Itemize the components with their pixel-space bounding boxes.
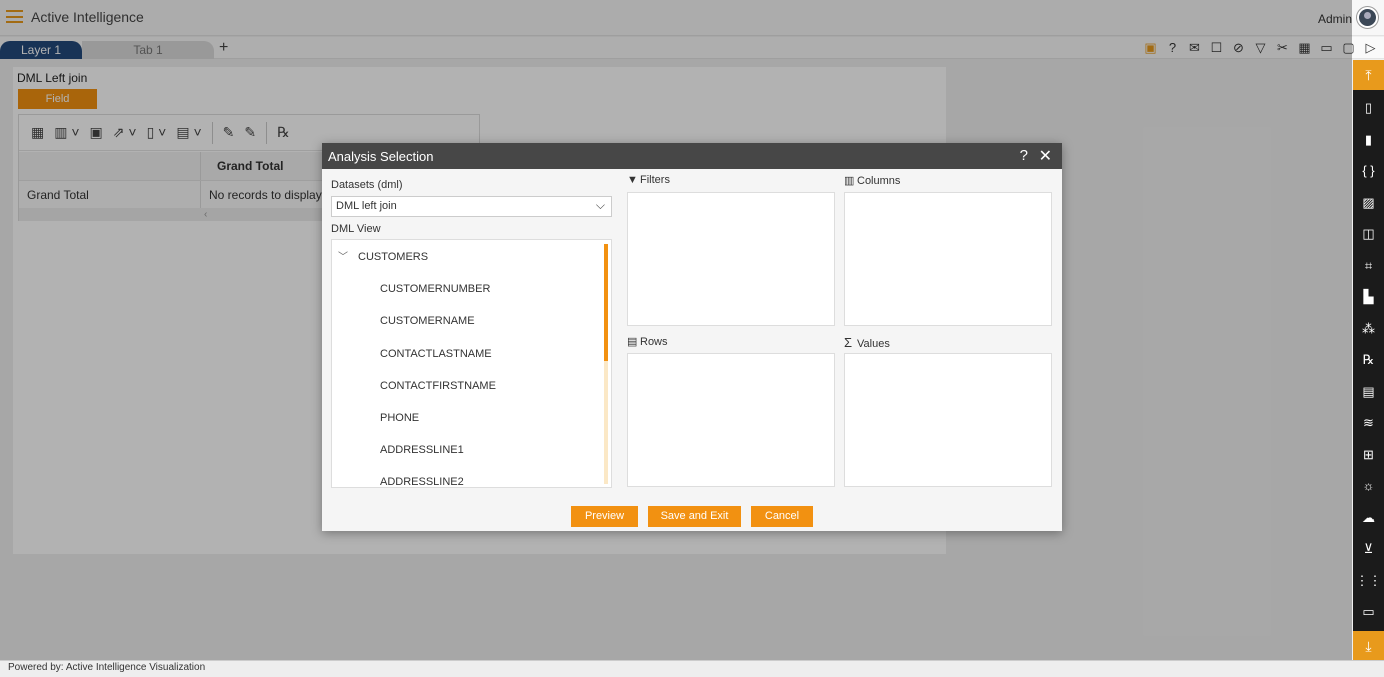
dataset-select[interactable]: DML left join ⌵	[331, 196, 612, 217]
chevron-down-icon: ⌵	[595, 198, 605, 212]
columns-label: Columns	[857, 175, 901, 187]
sigma-icon: Σ	[844, 335, 853, 350]
tree-field-item[interactable]: ADDRESSLINE1	[380, 440, 464, 460]
widget-icon[interactable]: ◫	[1353, 218, 1384, 250]
cloud-upload-icon[interactable]: ☁	[1353, 502, 1384, 534]
cubes-icon[interactable]: ⁂	[1353, 313, 1384, 345]
filters-label: Filters	[640, 174, 670, 186]
tree-field-item[interactable]: ADDRESSLINE2	[380, 472, 464, 487]
footer: Powered by: Active Intelligence Visualiz…	[0, 660, 1384, 677]
help-icon[interactable]: ?	[1020, 147, 1028, 164]
cancel-button[interactable]: Cancel	[751, 506, 813, 527]
layers-icon[interactable]: ≋	[1353, 407, 1384, 439]
new-report-icon[interactable]: ▯	[1353, 92, 1384, 124]
columns-drop-zone[interactable]	[844, 192, 1052, 326]
dialog-title: Analysis Selection	[328, 149, 434, 164]
apps-add-icon[interactable]: ⊞	[1353, 439, 1384, 471]
dialog-header: Analysis Selection ? ✕	[322, 143, 1062, 169]
code-braces-icon[interactable]: { }	[1353, 155, 1384, 187]
dml-view-tree: ﹀ CUSTOMERS CUSTOMERNUMBER CUSTOMERNAME C…	[331, 239, 612, 488]
tree-field-item[interactable]: PHONE	[380, 408, 419, 428]
chevron-down-icon[interactable]: ﹀	[338, 248, 352, 268]
rows-label: Rows	[640, 336, 668, 348]
dml-view-label: DML View	[331, 223, 381, 235]
values-zone-label: Σ Values	[844, 335, 890, 350]
footer-text: Powered by: Active Intelligence Visualiz…	[8, 662, 206, 673]
tree-scrollbar-thumb[interactable]	[604, 244, 608, 361]
tree-field-item[interactable]: CONTACTLASTNAME	[380, 344, 492, 364]
analysis-selection-dialog: Analysis Selection ? ✕ Datasets (dml) DM…	[322, 143, 1062, 531]
save-and-exit-button[interactable]: Save and Exit	[648, 506, 741, 527]
tree-node-customers[interactable]: ﹀ CUSTOMERS	[338, 247, 428, 267]
tree-field-item[interactable]: CONTACTFIRSTNAME	[380, 376, 496, 396]
values-drop-zone[interactable]	[844, 353, 1052, 487]
cart-icon[interactable]: ⊻	[1353, 533, 1384, 565]
copy-icon[interactable]: ▙	[1353, 281, 1384, 313]
dataset-select-value: DML left join	[336, 200, 397, 212]
values-label: Values	[857, 338, 890, 350]
clipboard-icon[interactable]: ▤	[1353, 376, 1384, 408]
image-icon[interactable]: ▨	[1353, 187, 1384, 219]
keyboard-icon[interactable]: ▭	[1353, 596, 1384, 628]
scroll-top-icon[interactable]: ⤒	[1353, 60, 1384, 90]
close-icon[interactable]: ✕	[1039, 146, 1052, 166]
rx-icon[interactable]: ℞	[1353, 344, 1384, 376]
user-avatar[interactable]	[1357, 7, 1378, 28]
columns-icon: ▥	[844, 175, 855, 187]
tree-field-item[interactable]: CUSTOMERNUMBER	[380, 279, 490, 299]
tree-field-item[interactable]: CUSTOMERNAME	[380, 311, 475, 331]
grid-dots-icon[interactable]: ⋮⋮	[1353, 565, 1384, 597]
rows-zone-label: ▤ Rows	[627, 335, 668, 348]
play-icon[interactable]: ▷	[1361, 39, 1380, 57]
preview-button[interactable]: Preview	[571, 506, 638, 527]
chart-icon[interactable]: ⌗	[1353, 250, 1384, 282]
tree-node-label: CUSTOMERS	[358, 251, 429, 263]
rows-drop-zone[interactable]	[627, 353, 835, 487]
document-icon[interactable]: ▮	[1353, 124, 1384, 156]
alarm-icon[interactable]: ☼	[1353, 470, 1384, 502]
columns-zone-label: ▥ Columns	[844, 174, 900, 187]
filters-drop-zone[interactable]	[627, 192, 835, 326]
datasets-label: Datasets (dml)	[331, 179, 403, 191]
filter-icon: ▼	[627, 174, 638, 186]
right-sidebar: ⤒ ▯ ▮ { } ▨ ◫ ⌗ ▙ ⁂ ℞ ▤ ≋ ⊞ ☼ ☁ ⊻ ⋮⋮ ▭ ⤓	[1353, 60, 1384, 661]
scroll-bottom-icon[interactable]: ⤓	[1353, 631, 1384, 661]
rows-icon: ▤	[627, 336, 638, 348]
filters-zone-label: ▼ Filters	[627, 174, 670, 186]
